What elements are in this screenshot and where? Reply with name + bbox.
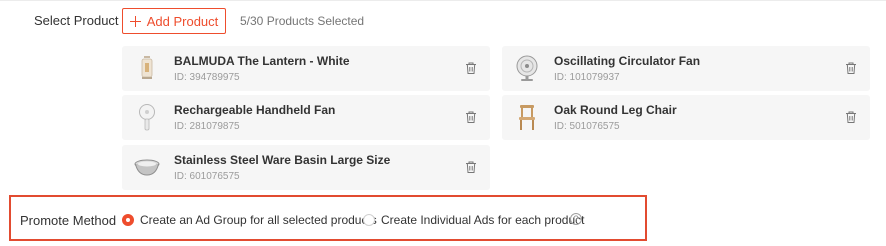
product-id: ID: 101079937: [554, 72, 620, 83]
radio-selected-icon[interactable]: [122, 214, 134, 226]
add-product-label: Add Product: [146, 13, 219, 29]
trash-icon[interactable]: [464, 61, 478, 75]
product-name: Oscillating Circulator Fan: [554, 54, 701, 68]
product-id: ID: 501076575: [554, 121, 620, 132]
trash-icon[interactable]: [464, 110, 478, 124]
product-card: Stainless Steel Ware Basin Large Size ID…: [122, 145, 490, 190]
trash-icon[interactable]: [844, 61, 858, 75]
radio-unselected-icon[interactable]: [363, 214, 375, 226]
product-name: Oak Round Leg Chair: [554, 103, 677, 117]
select-product-label: Select Product: [34, 13, 119, 28]
radio-ad-group-label: Create an Ad Group for all selected prod…: [140, 213, 377, 227]
help-icon[interactable]: ?: [570, 213, 582, 225]
chair-icon: [512, 102, 542, 132]
radio-individual-ads-label: Create Individual Ads for each product: [381, 213, 585, 227]
top-divider: [0, 0, 886, 1]
selected-count: 5/30 Products Selected: [240, 14, 365, 28]
trash-icon[interactable]: [844, 110, 858, 124]
product-id: ID: 601076575: [174, 171, 240, 182]
promote-method-label: Promote Method: [20, 213, 117, 228]
product-card: Rechargeable Handheld Fan ID: 281079875: [122, 95, 490, 140]
product-card: BALMUDA The Lantern - White ID: 39478997…: [122, 46, 490, 91]
fan-icon: [512, 53, 542, 83]
plus-icon: [129, 15, 141, 27]
trash-icon[interactable]: [464, 160, 478, 174]
product-card: Oak Round Leg Chair ID: 501076575: [502, 95, 870, 140]
product-name: BALMUDA The Lantern - White: [174, 54, 350, 68]
product-card: Oscillating Circulator Fan ID: 101079937: [502, 46, 870, 91]
product-id: ID: 394789975: [174, 72, 240, 83]
radio-individual-ads[interactable]: Create Individual Ads for each product: [363, 213, 584, 227]
add-product-button[interactable]: Add Product: [122, 8, 226, 34]
product-name: Rechargeable Handheld Fan: [174, 103, 336, 117]
lantern-icon: [132, 53, 162, 83]
radio-ad-group[interactable]: Create an Ad Group for all selected prod…: [122, 213, 377, 227]
product-name: Stainless Steel Ware Basin Large Size: [174, 153, 391, 167]
handheld-fan-icon: [132, 102, 162, 132]
product-id: ID: 281079875: [174, 121, 240, 132]
basin-icon: [132, 152, 162, 182]
